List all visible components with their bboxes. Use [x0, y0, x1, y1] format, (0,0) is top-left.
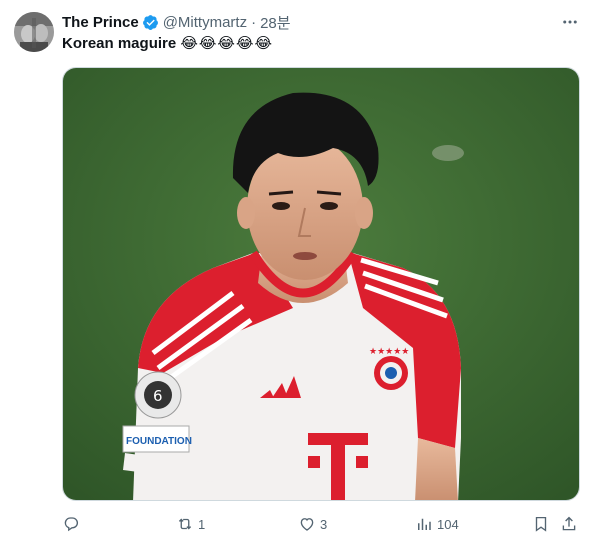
views-chart-icon [418, 518, 431, 530]
views-count: 104 [437, 516, 459, 532]
bookmark-button[interactable] [532, 512, 550, 536]
bookmark-icon [535, 516, 547, 532]
svg-text:★★★★★: ★★★★★ [369, 347, 409, 357]
author-name[interactable]: The Prince [62, 14, 139, 31]
retweet-button[interactable]: 1 [176, 512, 205, 536]
like-button[interactable]: 3 [298, 512, 327, 536]
tweet-emojis: 😂😂😂😂😂 [180, 35, 274, 52]
kit-badge-text: FOUNDATION [126, 436, 192, 447]
tweet-card[interactable]: The Prince @Mittymartz · 28분 Korean magu… [0, 0, 590, 542]
reply-button[interactable] [62, 512, 84, 536]
tweet-actions: 1 3 104 [62, 512, 586, 536]
tweet-body: Korean maguire [62, 35, 177, 52]
share-icon [562, 516, 576, 531]
more-horizontal-icon [563, 20, 577, 24]
tweet-media-photo[interactable]: ★★★★★ 6 FOUNDATION [62, 67, 580, 501]
share-button[interactable] [560, 512, 578, 536]
verified-badge-icon [142, 14, 159, 31]
ucl-badge-number: 6 [153, 387, 163, 405]
reply-icon [64, 517, 79, 532]
heart-icon [300, 518, 314, 531]
tweet-timestamp[interactable]: 28분 [260, 12, 291, 33]
author-handle[interactable]: @Mittymartz [163, 14, 247, 31]
retweet-icon [178, 518, 192, 530]
views-button[interactable]: 104 [415, 512, 459, 536]
tweet-header: The Prince @Mittymartz · 28분 [62, 12, 291, 32]
avatar[interactable] [14, 12, 54, 52]
retweet-count: 1 [198, 516, 206, 532]
like-count: 3 [320, 516, 328, 532]
photo-player-image: ★★★★★ 6 FOUNDATION [63, 68, 579, 500]
more-options-button[interactable] [558, 12, 582, 32]
avatar-image [14, 12, 54, 52]
separator-dot: · [251, 13, 257, 31]
tweet-text: Korean maguire 😂😂😂😂😂 [62, 34, 273, 54]
